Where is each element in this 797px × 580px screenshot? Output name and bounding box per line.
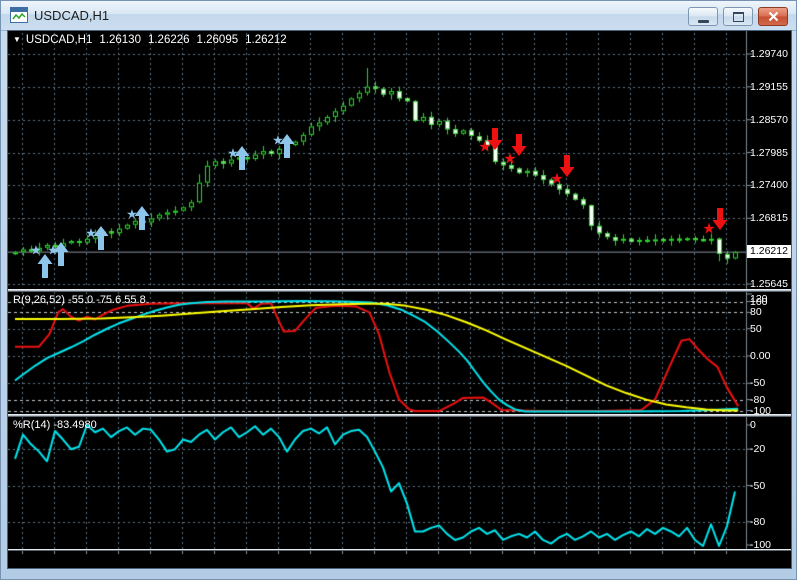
chart-header: ▼ USDCAD,H1 1.26130 1.26226 1.26095 1.26212 — [13, 34, 294, 46]
indicator2-axis-label: -20 — [750, 443, 766, 456]
price-axis-label: 1.26815 — [750, 212, 788, 225]
price-axis-label: 1.28570 — [750, 113, 788, 126]
indicator1-axis-label: 50 — [750, 322, 762, 335]
price-axis-label: 1.27985 — [750, 146, 788, 159]
title-bar[interactable]: USDCAD,H1 — [1, 1, 796, 31]
chevron-down-icon[interactable]: ▼ — [13, 35, 21, 44]
window-title: USDCAD,H1 — [34, 8, 110, 23]
indicator2-axis-label: 0 — [750, 419, 756, 431]
pane-divider[interactable] — [8, 289, 791, 292]
indicator1-axis-label: -50 — [750, 377, 766, 390]
indicator2-axis-label: -80 — [750, 515, 766, 528]
indicator2-axis-label: -50 — [750, 479, 766, 492]
chart-client-area: ▼ USDCAD,H1 1.26130 1.26226 1.26095 1.26212 R… — [7, 30, 792, 569]
restore-button[interactable] — [723, 7, 753, 26]
restore-icon — [732, 11, 744, 22]
close-icon — [768, 11, 778, 22]
chart-symbol-period: USDCAD,H1 — [25, 34, 93, 46]
window-controls — [688, 7, 788, 26]
indicator1-label: R(9,26,52) -55.0 -75.6 55.8 — [13, 294, 146, 306]
ohlc-high: 1.26226 — [147, 34, 190, 46]
minimize-icon — [697, 19, 709, 23]
indicator1-axis-label: 0.00 — [750, 350, 771, 362]
pane-divider[interactable] — [8, 549, 791, 551]
ohlc-open: 1.26130 — [99, 34, 141, 46]
pane-divider[interactable] — [8, 414, 791, 417]
ohlc-close: 1.26212 — [245, 34, 287, 46]
minimize-button[interactable] — [688, 7, 718, 26]
price-axis-label: 1.29155 — [750, 80, 788, 93]
price-axis-label: 1.27400 — [750, 179, 788, 192]
indicator2-label: %R(14) -83.4980 — [13, 419, 97, 431]
chart-window-icon — [10, 7, 28, 23]
ohlc-low: 1.26095 — [196, 34, 239, 46]
indicator1-axis-label: 80 — [750, 306, 762, 319]
chart-window: USDCAD,H1 ▼ USDCAD,H1 1.26130 1.26226 1.2609… — [0, 0, 797, 580]
price-axis-label: 1.29740 — [750, 48, 788, 60]
time-axis[interactable]: 18 Aug 202119 Aug 01:0019 Aug 09:0019 Au… — [8, 551, 791, 568]
close-button[interactable] — [758, 7, 788, 26]
current-price-tag: 1.26212 — [747, 245, 791, 258]
